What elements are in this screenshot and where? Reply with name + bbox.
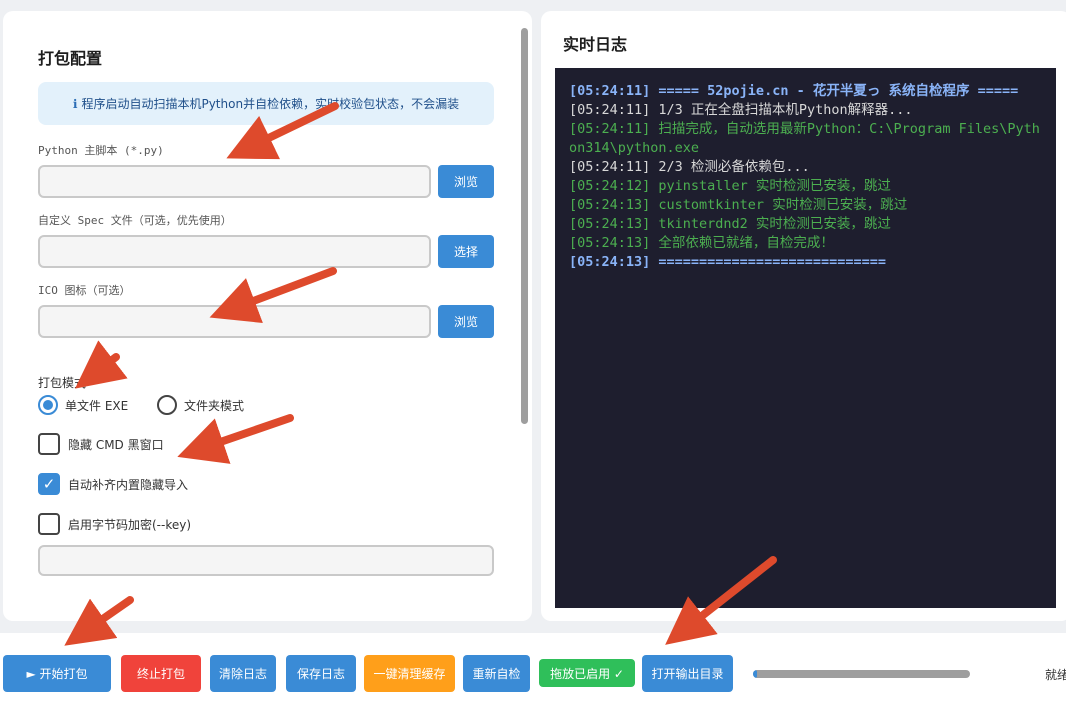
auto-imports-checkbox[interactable]: ✓ 自动补齐内置隐藏导入 (38, 473, 188, 495)
info-icon: ℹ (72, 96, 78, 111)
log-line: [05:24:11] 扫描完成，自动选用最新Python：C:\Program … (569, 121, 1040, 156)
info-banner: ℹ 程序启动自动扫描本机Python并自检依赖，实时校验包状态，不会漏装 (38, 82, 494, 125)
bytecode-key-checkbox[interactable]: 启用字节码加密(--key) (38, 513, 191, 535)
status-text: 就绪 (1045, 668, 1066, 682)
check-mark-icon: ✓ (42, 475, 56, 493)
ico-file-input[interactable] (38, 305, 431, 338)
auto-imports-box[interactable]: ✓ (38, 473, 60, 495)
recheck-button[interactable]: 重新自检 (463, 655, 530, 692)
open-output-button[interactable]: 打开输出目录 (642, 655, 733, 692)
clear-log-button[interactable]: 清除日志 (210, 655, 276, 692)
hide-cmd-checkbox[interactable]: 隐藏 CMD 黑窗口 (38, 433, 164, 455)
browse-script-button[interactable]: 浏览 (438, 165, 494, 198)
log-line: [05:24:13] tkinterdnd2 实时检测已安装，跳过 (569, 216, 891, 232)
bytecode-key-label: 启用字节码加密(--key) (68, 517, 192, 532)
bytecode-key-input[interactable] (38, 545, 494, 576)
radio-folder-label: 文件夹模式 (184, 398, 245, 413)
log-line: [05:24:12] pyinstaller 实时检测已安装，跳过 (569, 178, 891, 194)
hide-cmd-label: 隐藏 CMD 黑窗口 (68, 437, 164, 452)
log-line: [05:24:11] 2/3 检测必备依赖包... (569, 159, 810, 175)
radio-folder[interactable]: 文件夹模式 (157, 395, 244, 415)
radio-onefile-indicator[interactable] (38, 395, 58, 415)
log-output[interactable]: [05:24:11] ===== 52pojie.cn - 花开半夏っ 系统自检… (555, 68, 1056, 608)
config-scrollbar-thumb[interactable] (521, 28, 528, 424)
auto-imports-label: 自动补齐内置隐藏导入 (68, 477, 189, 492)
log-line: [05:24:13] customtkinter 实时检测已安装，跳过 (569, 197, 908, 213)
start-pack-button[interactable]: ► 开始打包 (3, 655, 111, 692)
main-script-input[interactable] (38, 165, 431, 198)
log-panel-title: 实时日志 (563, 35, 628, 54)
spec-file-input[interactable] (38, 235, 431, 268)
log-line: [05:24:13] ============================ (569, 254, 886, 270)
drag-enabled-badge: 拖放已启用 ✓ (539, 659, 635, 687)
stop-pack-button[interactable]: 终止打包 (121, 655, 201, 692)
progress-fill (753, 670, 758, 678)
radio-folder-indicator[interactable] (157, 395, 177, 415)
radio-onefile-label: 单文件 EXE (65, 398, 129, 413)
clean-cache-button[interactable]: 一键清理缓存 (364, 655, 455, 692)
log-line: [05:24:11] 1/3 正在全盘扫描本机Python解释器... (569, 102, 913, 118)
info-banner-text: 程序启动自动扫描本机Python并自检依赖，实时校验包状态，不会漏装 (81, 97, 460, 111)
config-panel: 打包配置 ℹ 程序启动自动扫描本机Python并自检依赖，实时校验包状态，不会漏… (3, 11, 532, 621)
pack-mode-label: 打包模式 (38, 376, 87, 390)
log-line: [05:24:11] ===== 52pojie.cn - 花开半夏っ 系统自检… (569, 83, 1019, 99)
spec-file-label: 自定义 Spec 文件（可选，优先使用） (38, 214, 232, 227)
log-panel: 实时日志 [05:24:11] ===== 52pojie.cn - 花开半夏っ… (541, 11, 1066, 621)
config-panel-title: 打包配置 (38, 49, 103, 68)
hide-cmd-box[interactable] (38, 433, 60, 455)
select-spec-button[interactable]: 选择 (438, 235, 494, 268)
ico-file-label: ICO 图标（可选） (38, 284, 131, 297)
progress-bar (753, 670, 970, 678)
bottom-toolbar: ► 开始打包 终止打包 清除日志 保存日志 一键清理缓存 重新自检 拖放已启用 … (0, 633, 1066, 715)
bytecode-key-box[interactable] (38, 513, 60, 535)
log-line: [05:24:13] 全部依赖已就绪，自检完成！ (569, 235, 834, 251)
save-log-button[interactable]: 保存日志 (286, 655, 356, 692)
main-script-label: Python 主脚本 (*.py) (38, 144, 164, 157)
config-scrollbar[interactable] (521, 28, 529, 424)
browse-ico-button[interactable]: 浏览 (438, 305, 494, 338)
radio-onefile[interactable]: 单文件 EXE (38, 395, 128, 415)
